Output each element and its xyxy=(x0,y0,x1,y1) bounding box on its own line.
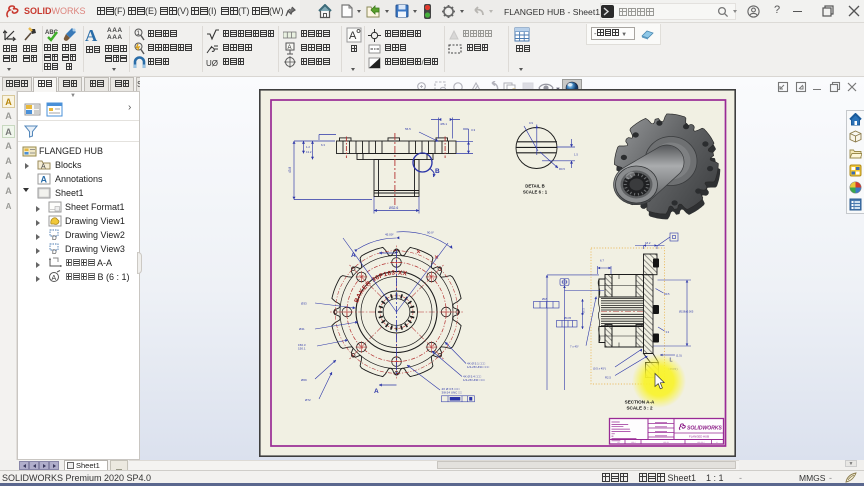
svg-text:1/4-28 UNC □□□: 1/4-28 UNC □□□ xyxy=(467,365,489,369)
svg-text:Ø75: Ø75 xyxy=(582,308,586,313)
svg-text:43.8: 43.8 xyxy=(288,167,292,173)
svg-text:A: A xyxy=(374,388,379,395)
svg-text:A: A xyxy=(41,175,48,185)
svg-text:A: A xyxy=(351,252,356,259)
svg-text:SCALE 6 : 1: SCALE 6 : 1 xyxy=(523,189,548,194)
svg-text:6.3: 6.3 xyxy=(321,143,325,147)
svg-text:3/8-24 UNC □□: 3/8-24 UNC □□ xyxy=(442,391,462,395)
svg-text:3.3: 3.3 xyxy=(471,128,476,132)
svg-text:DETAIL B: DETAIL B xyxy=(525,184,544,189)
svg-text:(0.5 x 45°): (0.5 x 45°) xyxy=(593,367,606,371)
svg-text:(1.5): (1.5) xyxy=(676,354,682,358)
svg-text:FLANGED HUB: FLANGED HUB xyxy=(689,434,709,438)
svg-text:□□□□: □□□□ xyxy=(663,441,669,444)
svg-text:□□□: □□□ xyxy=(631,441,636,444)
svg-text:1.5: 1.5 xyxy=(574,153,578,157)
svg-text:D: D xyxy=(52,249,57,255)
svg-text:7 x 45°: 7 x 45° xyxy=(570,345,579,349)
svg-text:13.2: 13.2 xyxy=(306,150,312,154)
svg-text:3.3: 3.3 xyxy=(666,330,670,334)
svg-text:SCALE 3 : 2: SCALE 3 : 2 xyxy=(626,406,652,411)
svg-text:R2.5: R2.5 xyxy=(605,376,611,380)
svg-text:D: D xyxy=(52,235,57,241)
svg-text:SOLIDWORKS: SOLIDWORKS xyxy=(687,425,722,431)
svg-text:R0.5: R0.5 xyxy=(664,292,670,296)
svg-text:A: A xyxy=(52,275,57,282)
svg-text:Ø18: Ø18 xyxy=(542,297,547,301)
svg-text:SECTION A-A: SECTION A-A xyxy=(625,400,655,405)
svg-text:1.2: 1.2 xyxy=(306,145,310,149)
svg-text:Ø69: Ø69 xyxy=(301,378,307,382)
svg-text:□□□□□: □□□□□ xyxy=(697,441,705,444)
svg-text:Ø33: Ø33 xyxy=(301,302,307,306)
svg-text:UØ: UØ xyxy=(206,59,218,68)
svg-text:Ø32.6: Ø32.6 xyxy=(389,206,398,210)
svg-text:Ø0.05: Ø0.05 xyxy=(564,316,572,320)
svg-text:56.5: 56.5 xyxy=(405,127,411,131)
svg-text:B: B xyxy=(435,168,440,175)
svg-text:Ø6.1: Ø6.1 xyxy=(441,122,448,126)
svg-text:R0.5: R0.5 xyxy=(559,167,565,171)
svg-text:45.00°: 45.00° xyxy=(385,233,395,237)
svg-text:Ø158±0.005: Ø158±0.005 xyxy=(679,310,694,314)
svg-text:90.0°: 90.0° xyxy=(427,231,435,235)
svg-text:18.2: 18.2 xyxy=(645,241,651,245)
svg-text:1/4-28 UNF □□□: 1/4-28 UNF □□□ xyxy=(463,378,485,382)
svg-text:Ø41: Ø41 xyxy=(299,327,305,331)
svg-text:A: A xyxy=(41,164,46,171)
svg-text:Ø72: Ø72 xyxy=(305,398,311,402)
svg-text:0.9: 0.9 xyxy=(529,121,533,125)
svg-text:6.7: 6.7 xyxy=(600,259,604,263)
svg-text:A: A xyxy=(349,30,357,42)
svg-text:150.1: 150.1 xyxy=(298,346,306,350)
